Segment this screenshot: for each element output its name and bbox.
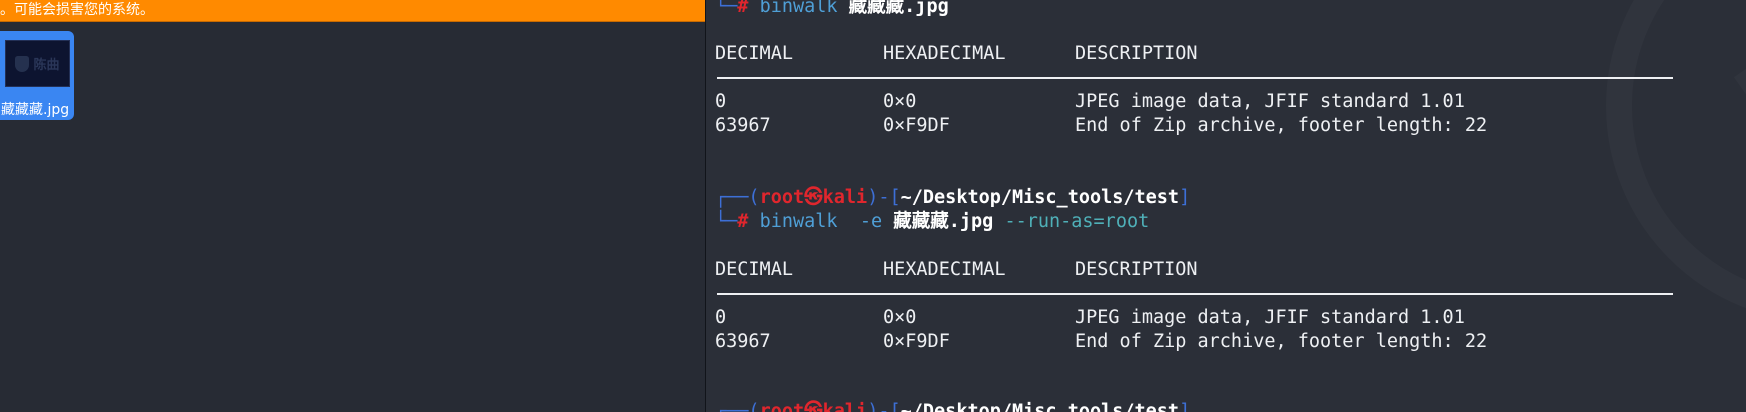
output-header-2: DECIMAL HEXADECIMAL DESCRIPTION: [715, 259, 1198, 280]
output-row: 0 0×0 JPEG image data, JFIF standard 1.01: [715, 307, 1465, 328]
desktop-area: 。可能会损害您的系统。 陈曲 藏藏藏.jpg: [0, 0, 705, 412]
output-row: 63967 0×F9DF End of Zip archive, footer le…: [715, 331, 1488, 352]
terminal-window[interactable]: └─# binwalk 藏藏藏.jpg DECIMAL HEXADECIMAL DE…: [706, 0, 1746, 412]
output-row: 63967 0×F9DF End of Zip archive, footer le…: [715, 115, 1488, 136]
output-row: 0 0×0 JPEG image data, JFIF standard 1.01: [715, 91, 1465, 112]
output-header-1: DECIMAL HEXADECIMAL DESCRIPTION: [715, 43, 1198, 64]
prompt-line-3: ┌──(root㉿kali)-[~/Desktop/Misc_tools/tes…: [715, 401, 1191, 412]
output-rule-2: [717, 293, 1673, 295]
shield-icon: [15, 55, 30, 72]
output-rule-1: [717, 77, 1673, 79]
warning-text: 。可能会损害您的系统。: [0, 2, 154, 18]
command-line-2[interactable]: └─# binwalk -e 藏藏藏.jpg --run-as=root: [715, 210, 1149, 234]
file-label[interactable]: 藏藏藏.jpg: [1, 99, 69, 119]
thumbnail-logo-text: 陈曲: [33, 58, 60, 73]
warning-banner: 。可能会损害您的系统。: [0, 0, 705, 22]
kali-watermark-icon: [1606, 0, 1746, 322]
desktop-file-icon[interactable]: 陈曲 藏藏藏.jpg: [0, 31, 74, 120]
image-thumbnail-icon: 陈曲: [5, 40, 70, 87]
command-line-1[interactable]: └─# binwalk 藏藏藏.jpg: [715, 0, 949, 19]
prompt-line-2: ┌──(root㉿kali)-[~/Desktop/Misc_tools/tes…: [715, 187, 1191, 208]
